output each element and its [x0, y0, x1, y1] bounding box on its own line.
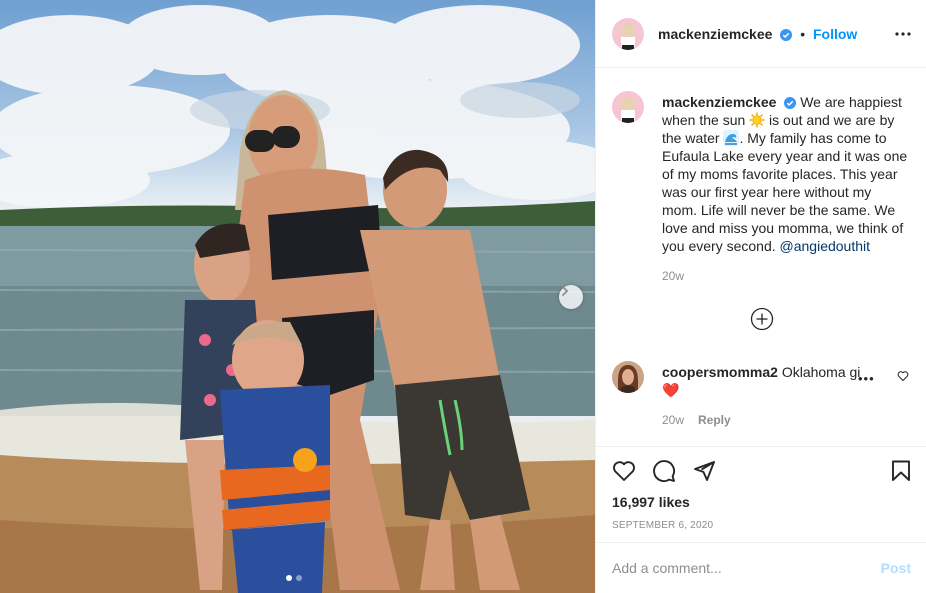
verified-badge-icon — [780, 28, 793, 41]
commenter-avatar[interactable] — [612, 361, 644, 393]
post-header: mackenziemckee • Follow — [596, 0, 926, 68]
header-username[interactable]: mackenziemckee — [658, 26, 772, 42]
comment-time[interactable]: 20w — [662, 413, 684, 427]
instagram-post: mackenziemckee • Follow mackenziemckee W… — [0, 0, 926, 593]
header-username-wrap: mackenziemckee • Follow — [658, 26, 857, 42]
post-date[interactable]: SEPTEMBER 6, 2020 — [612, 520, 713, 531]
avatar[interactable] — [612, 17, 644, 50]
caption-avatar-wrap — [612, 91, 644, 123]
add-comment-input[interactable] — [612, 560, 881, 576]
carousel-dots — [286, 575, 302, 581]
caption-mention-link[interactable]: @angiedouthit — [780, 238, 871, 254]
header-separator: • — [800, 25, 806, 42]
save-bookmark-icon[interactable] — [889, 459, 913, 483]
comment-like-icon[interactable] — [897, 370, 909, 382]
caption-text-part3: . My family has come to Eufaula Lake eve… — [662, 130, 908, 254]
caption-time[interactable]: 20w — [662, 269, 684, 283]
comment-meta: 20w Reply — [662, 413, 731, 427]
post-side-panel: mackenziemckee • Follow mackenziemckee W… — [595, 0, 926, 593]
comment-text: coopersmomma2 Oklahoma gi ❤️ — [662, 363, 872, 399]
follow-button[interactable]: Follow — [813, 26, 857, 42]
share-send-icon[interactable] — [692, 459, 716, 483]
verified-badge-icon — [784, 97, 797, 109]
chevron-right-icon — [562, 286, 569, 296]
comments-list: mackenziemckee We are happiest when the … — [596, 69, 926, 444]
carousel-dot — [296, 575, 302, 581]
comment-username[interactable]: coopersmomma2 — [662, 364, 778, 380]
caption-avatar[interactable] — [612, 91, 644, 123]
post-photo[interactable] — [0, 0, 595, 593]
post-actions: 16,997 likes SEPTEMBER 6, 2020 — [596, 446, 926, 542]
comment-more-icon[interactable]: ••• — [858, 371, 875, 386]
heart-emoji: ❤️ — [662, 382, 680, 398]
sun-emoji-icon — [749, 112, 765, 128]
likes-count[interactable]: 16,997 likes — [612, 494, 690, 510]
comment-avatar-wrap — [612, 361, 644, 393]
comment-bubble-icon[interactable] — [652, 459, 676, 483]
carousel-dot-active — [286, 575, 292, 581]
load-more-comments-icon[interactable] — [750, 307, 774, 331]
beach-family-photo — [0, 5, 595, 593]
like-heart-icon[interactable] — [612, 459, 636, 483]
add-comment-bar: Post — [596, 542, 926, 593]
caption-text: mackenziemckee We are happiest when the … — [662, 93, 908, 255]
caption-username[interactable]: mackenziemckee — [662, 94, 776, 110]
carousel-next-button[interactable] — [559, 285, 583, 309]
profile-avatar-image — [612, 91, 644, 123]
profile-avatar-image — [612, 17, 644, 50]
reply-button[interactable]: Reply — [698, 413, 731, 427]
commenter-avatar-image — [612, 361, 644, 393]
more-options-icon[interactable] — [891, 22, 915, 46]
wave-emoji-icon — [723, 130, 740, 146]
post-comment-button[interactable]: Post — [881, 560, 911, 576]
caption-meta: 20w — [662, 269, 684, 283]
comment-body: Oklahoma gi — [781, 364, 861, 380]
